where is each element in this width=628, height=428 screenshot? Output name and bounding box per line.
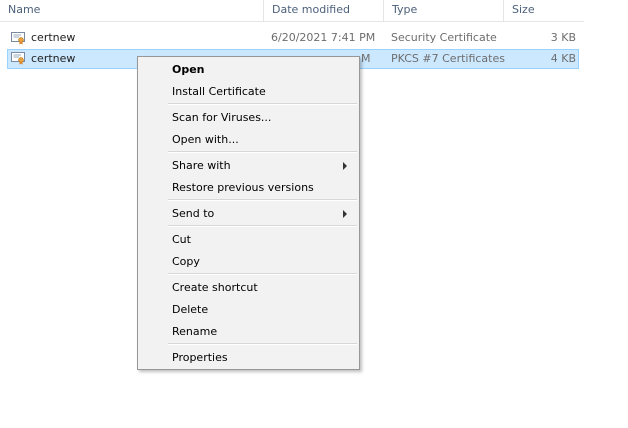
menu-item-scan-for-viruses[interactable]: Scan for Viruses... bbox=[140, 107, 357, 129]
menu-item-send-to-label: Send to bbox=[172, 207, 215, 220]
menu-separator bbox=[168, 103, 357, 105]
menu-separator bbox=[168, 151, 357, 153]
file-type: Security Certificate bbox=[391, 31, 497, 44]
menu-item-properties[interactable]: Properties bbox=[140, 347, 357, 369]
menu-item-share-with[interactable]: Share with bbox=[140, 155, 357, 177]
menu-item-create-shortcut[interactable]: Create shortcut bbox=[140, 277, 357, 299]
column-header-date-modified[interactable]: Date modified bbox=[263, 0, 383, 21]
menu-item-share-with-label: Share with bbox=[172, 159, 231, 172]
certificate-icon bbox=[11, 52, 25, 65]
file-size: 3 KB bbox=[550, 31, 576, 44]
menu-item-copy[interactable]: Copy bbox=[140, 251, 357, 273]
certificate-icon bbox=[11, 32, 25, 45]
menu-item-rename[interactable]: Rename bbox=[140, 321, 357, 343]
file-date-modified: M bbox=[361, 52, 371, 65]
menu-item-cut[interactable]: Cut bbox=[140, 229, 357, 251]
file-type: PKCS #7 Certificates bbox=[391, 52, 505, 65]
menu-item-send-to[interactable]: Send to bbox=[140, 203, 357, 225]
submenu-arrow-icon bbox=[343, 162, 347, 170]
file-name: certnew bbox=[31, 52, 76, 65]
menu-item-restore-previous-versions[interactable]: Restore previous versions bbox=[140, 177, 357, 199]
file-date-modified: 6/20/2021 7:41 PM bbox=[271, 31, 376, 44]
menu-separator bbox=[168, 199, 357, 201]
menu-item-open[interactable]: Open bbox=[140, 59, 357, 81]
menu-separator bbox=[168, 343, 357, 345]
context-menu: Open Install Certificate Scan for Viruse… bbox=[137, 56, 360, 370]
submenu-arrow-icon bbox=[343, 210, 347, 218]
menu-separator bbox=[168, 225, 357, 227]
menu-separator bbox=[168, 273, 357, 275]
file-name: certnew bbox=[31, 31, 76, 44]
column-header-name[interactable]: Name bbox=[0, 0, 265, 21]
file-row[interactable]: certnew 6/20/2021 7:41 PM Security Certi… bbox=[7, 29, 579, 49]
column-header-size[interactable]: Size bbox=[503, 0, 584, 21]
column-header-type[interactable]: Type bbox=[383, 0, 503, 21]
menu-item-install-certificate[interactable]: Install Certificate bbox=[140, 81, 357, 103]
menu-item-open-with[interactable]: Open with... bbox=[140, 129, 357, 151]
file-size: 4 KB bbox=[550, 52, 576, 65]
menu-item-delete[interactable]: Delete bbox=[140, 299, 357, 321]
column-header-bar: Name Date modified Type Size bbox=[0, 0, 584, 22]
